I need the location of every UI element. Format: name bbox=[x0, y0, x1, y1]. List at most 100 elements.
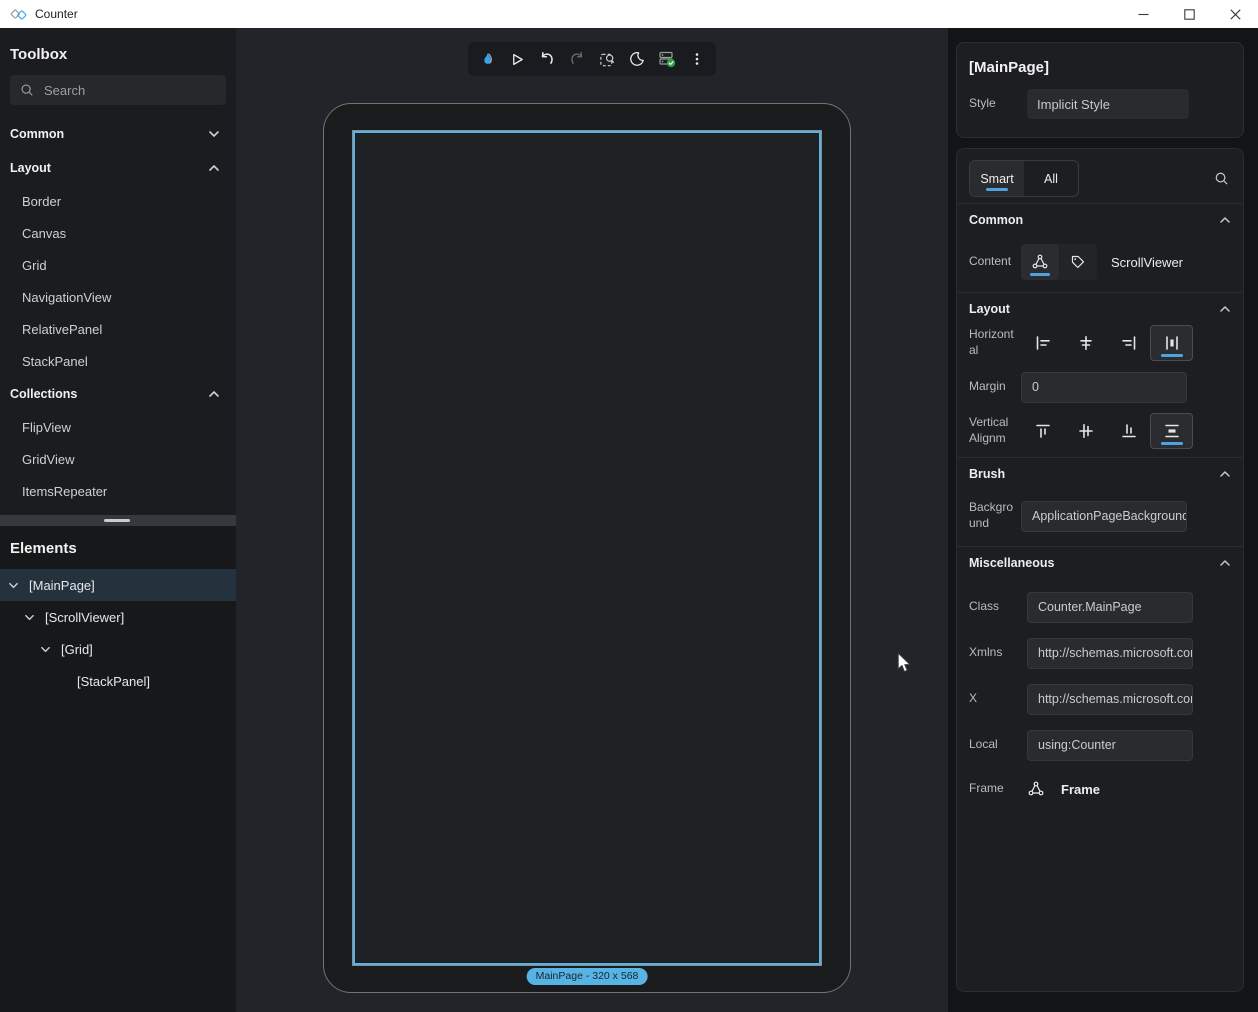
properties-tabs: Smart All bbox=[969, 160, 1079, 197]
section-label: Common bbox=[969, 213, 1023, 227]
horizontal-alignment-group bbox=[1021, 325, 1193, 361]
chevron-up-icon bbox=[1219, 468, 1231, 480]
content-mode-toggle bbox=[1021, 244, 1097, 280]
margin-input-field[interactable] bbox=[1032, 380, 1176, 394]
align-top-button[interactable] bbox=[1021, 413, 1064, 449]
splitter-handle-icon bbox=[104, 519, 130, 522]
mouse-cursor-icon bbox=[895, 652, 913, 679]
widget-icon bbox=[1027, 780, 1045, 798]
play-icon[interactable] bbox=[502, 44, 532, 74]
xmlns-label: Xmlns bbox=[969, 645, 1027, 661]
device-frame: MainPage - 320 x 568 bbox=[323, 103, 851, 993]
tree-item-label: [Grid] bbox=[61, 642, 93, 657]
x-namespace-input[interactable]: http://schemas.microsoft.com bbox=[1027, 684, 1193, 715]
tree-item-label: [ScrollViewer] bbox=[45, 610, 124, 625]
maximize-button[interactable] bbox=[1166, 0, 1212, 28]
tag-icon bbox=[1070, 254, 1086, 270]
class-value: Counter.MainPage bbox=[1038, 600, 1142, 614]
undo-icon[interactable] bbox=[532, 44, 562, 74]
style-value: Implicit Style bbox=[1037, 97, 1110, 112]
tree-item-label: [MainPage] bbox=[29, 578, 95, 593]
toolbox-item-grid[interactable]: Grid bbox=[0, 249, 236, 281]
section-label: Collections bbox=[10, 387, 77, 401]
section-label: Brush bbox=[969, 467, 1005, 481]
content-tag-mode-button[interactable] bbox=[1059, 244, 1097, 280]
selected-element-title: [MainPage] bbox=[969, 43, 1231, 76]
close-button[interactable] bbox=[1212, 0, 1258, 28]
toolbox-section-collections[interactable]: Collections bbox=[0, 377, 236, 411]
toolbox-item-flipview[interactable]: FlipView bbox=[0, 411, 236, 443]
toolbox-panel: Toolbox Common Layout Border Can bbox=[0, 28, 236, 515]
toolbox-search-input[interactable] bbox=[44, 83, 220, 98]
align-left-button[interactable] bbox=[1021, 325, 1064, 361]
chevron-up-icon bbox=[1219, 303, 1231, 315]
vertical-alignment-label: Vertical Alignm bbox=[969, 415, 1021, 446]
elements-panel: Elements [MainPage] [ScrollViewer] [Grid… bbox=[0, 526, 236, 1012]
chevron-down-icon[interactable] bbox=[24, 612, 36, 623]
app-logo-icon bbox=[10, 6, 27, 23]
section-label: Common bbox=[10, 127, 64, 141]
toolbox-item-border[interactable]: Border bbox=[0, 185, 236, 217]
properties-search-icon[interactable] bbox=[1214, 171, 1229, 186]
content-element-mode-button[interactable] bbox=[1021, 244, 1059, 280]
chevron-down-icon[interactable] bbox=[8, 580, 20, 591]
tab-label: All bbox=[1044, 172, 1058, 186]
design-canvas[interactable]: MainPage - 320 x 568 bbox=[236, 28, 948, 1012]
more-options-icon[interactable] bbox=[682, 44, 712, 74]
frame-label: Frame bbox=[969, 781, 1027, 797]
tab-smart[interactable]: Smart bbox=[970, 161, 1024, 196]
section-brush[interactable]: Brush bbox=[969, 458, 1231, 490]
section-common[interactable]: Common bbox=[969, 204, 1231, 236]
class-input[interactable]: Counter.MainPage bbox=[1027, 592, 1193, 623]
x-namespace-value: http://schemas.microsoft.com bbox=[1038, 692, 1193, 706]
section-label: Miscellaneous bbox=[969, 556, 1054, 570]
align-stretch-horizontal-button[interactable] bbox=[1150, 325, 1193, 361]
server-status-icon[interactable] bbox=[652, 44, 682, 74]
toolbox-item-stackpanel[interactable]: StackPanel bbox=[0, 345, 236, 377]
chevron-up-icon bbox=[1219, 214, 1231, 226]
tree-item-stackpanel[interactable]: [StackPanel] bbox=[0, 665, 236, 697]
margin-input[interactable] bbox=[1021, 372, 1187, 403]
content-value: ScrollViewer bbox=[1111, 255, 1183, 270]
chevron-down-icon bbox=[208, 128, 220, 140]
toolbox-item-navigationview[interactable]: NavigationView bbox=[0, 281, 236, 313]
tree-item-grid[interactable]: [Grid] bbox=[0, 633, 236, 665]
toolbox-item-gridview[interactable]: GridView bbox=[0, 443, 236, 475]
toolbox-item-canvas[interactable]: Canvas bbox=[0, 217, 236, 249]
theme-moon-icon[interactable] bbox=[622, 44, 652, 74]
tree-item-label: [StackPanel] bbox=[77, 674, 150, 689]
background-input[interactable]: ApplicationPageBackground bbox=[1021, 501, 1187, 532]
toolbox-section-layout[interactable]: Layout bbox=[0, 151, 236, 185]
style-selector[interactable]: Implicit Style bbox=[1027, 89, 1189, 119]
local-value: using:Counter bbox=[1038, 738, 1116, 752]
tree-item-scrollviewer[interactable]: [ScrollViewer] bbox=[0, 601, 236, 633]
active-tab-underline bbox=[986, 188, 1008, 191]
tab-all[interactable]: All bbox=[1024, 161, 1078, 196]
align-stretch-vertical-button[interactable] bbox=[1150, 413, 1193, 449]
toolbox-title: Toolbox bbox=[0, 28, 236, 63]
toolbox-item-itemsrepeater[interactable]: ItemsRepeater bbox=[0, 475, 236, 507]
mainpage-design-surface[interactable] bbox=[353, 131, 821, 965]
toolbox-section-common[interactable]: Common bbox=[0, 117, 236, 151]
toolbox-search[interactable] bbox=[10, 75, 226, 105]
section-miscellaneous[interactable]: Miscellaneous bbox=[969, 547, 1231, 579]
tree-item-mainpage[interactable]: [MainPage] bbox=[0, 569, 236, 601]
frame-value[interactable]: Frame bbox=[1061, 782, 1100, 797]
align-right-button[interactable] bbox=[1107, 325, 1150, 361]
redo-icon[interactable] bbox=[562, 44, 592, 74]
chevron-down-icon[interactable] bbox=[40, 644, 52, 655]
panel-splitter[interactable] bbox=[0, 515, 236, 526]
section-layout[interactable]: Layout bbox=[969, 293, 1231, 325]
xmlns-input[interactable]: http://schemas.microsoft.com bbox=[1027, 638, 1193, 669]
align-bottom-button[interactable] bbox=[1107, 413, 1150, 449]
hot-reload-flame-icon[interactable] bbox=[472, 44, 502, 74]
local-input[interactable]: using:Counter bbox=[1027, 730, 1193, 761]
align-center-button[interactable] bbox=[1064, 325, 1107, 361]
horizontal-alignment-label: Horizontal bbox=[969, 327, 1021, 358]
minimize-button[interactable] bbox=[1120, 0, 1166, 28]
zoom-to-fit-icon[interactable] bbox=[592, 44, 622, 74]
chevron-up-icon bbox=[208, 162, 220, 174]
xmlns-value: http://schemas.microsoft.com bbox=[1038, 646, 1193, 660]
toolbox-item-relativepanel[interactable]: RelativePanel bbox=[0, 313, 236, 345]
align-middle-button[interactable] bbox=[1064, 413, 1107, 449]
